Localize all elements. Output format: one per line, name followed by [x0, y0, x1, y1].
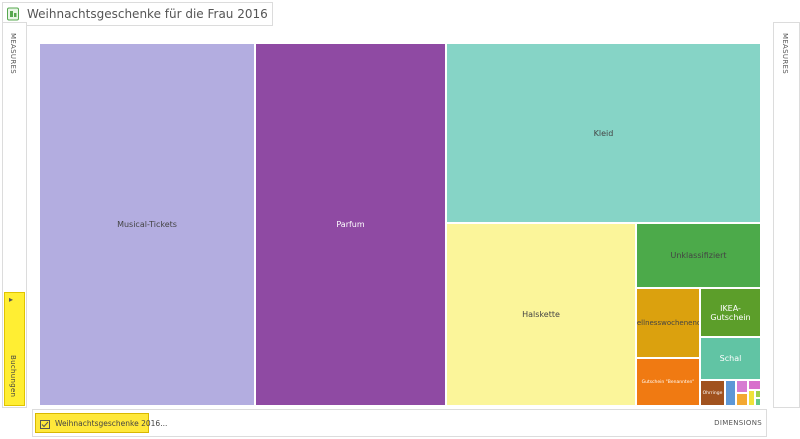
tile-label: Musical-Tickets	[117, 220, 177, 229]
treemap-doc-icon	[5, 6, 21, 22]
dimensions-label: DIMENSIONS	[714, 419, 762, 427]
tile-label: Gutschein "Benannten"	[641, 379, 695, 385]
dimension-chip-label: Weihnachtsgeschenke 2016...	[55, 418, 168, 428]
page-title: Weihnachtsgeschenke für die Frau 2016	[27, 7, 268, 21]
measure-buchungen-label: Buchungen	[9, 355, 17, 398]
tile-unklassifiziert[interactable]: Unklassifiziert	[636, 223, 761, 288]
tile-small-2[interactable]	[736, 380, 748, 393]
measures-label-right: MEASURES	[781, 33, 789, 74]
tile-ohrringe[interactable]: Ohrringe	[700, 380, 725, 406]
chevron-right-icon[interactable]: ▸	[9, 295, 13, 304]
tile-ikea-gutschein[interactable]: IKEA-Gutschein	[700, 288, 761, 337]
tile-small-5[interactable]	[748, 390, 755, 406]
tile-small-6[interactable]	[755, 390, 761, 398]
tile-small-7[interactable]	[755, 398, 761, 406]
treemap-chart: Musical-Tickets Parfum Kleid Halskette U…	[39, 43, 761, 406]
measure-buchungen-panel[interactable]: ▸ Buchungen	[4, 292, 25, 406]
tile-label: Halskette	[522, 310, 560, 319]
tile-label: IKEA-Gutschein	[710, 303, 751, 322]
tile-label: Unklassifiziert	[670, 251, 727, 260]
tile-schal[interactable]: Schal	[700, 337, 761, 380]
tile-musical-tickets[interactable]: Musical-Tickets	[39, 43, 255, 406]
dimension-chip[interactable]: Weihnachtsgeschenke 2016...	[35, 413, 167, 433]
tile-small-3[interactable]	[736, 393, 748, 406]
tile-small-1[interactable]	[725, 380, 736, 406]
measures-label-left: MEASURES	[9, 33, 17, 74]
dimensions-bar[interactable]: Weihnachtsgeschenke 2016... DIMENSIONS	[32, 409, 767, 437]
tile-small-4[interactable]	[748, 380, 761, 390]
tile-label: Wellnesswochenende	[636, 319, 699, 327]
tile-label: Parfum	[336, 220, 365, 229]
tile-gutschein[interactable]: Gutschein "Benannten"	[636, 358, 700, 406]
tile-halskette[interactable]: Halskette	[446, 223, 636, 406]
tile-label: Ohrringe	[702, 390, 723, 396]
tile-wellnesswochenende[interactable]: Wellnesswochenende	[636, 288, 700, 358]
tile-label: Kleid	[593, 128, 614, 138]
right-measures-panel[interactable]: MEASURES	[773, 22, 800, 408]
tile-label: Schal	[719, 354, 742, 363]
report-title-bar: Weihnachtsgeschenke für die Frau 2016	[2, 2, 273, 26]
tile-kleid[interactable]: Kleid	[446, 43, 761, 223]
list-check-icon	[40, 414, 50, 433]
tile-parfum[interactable]: Parfum	[255, 43, 446, 406]
